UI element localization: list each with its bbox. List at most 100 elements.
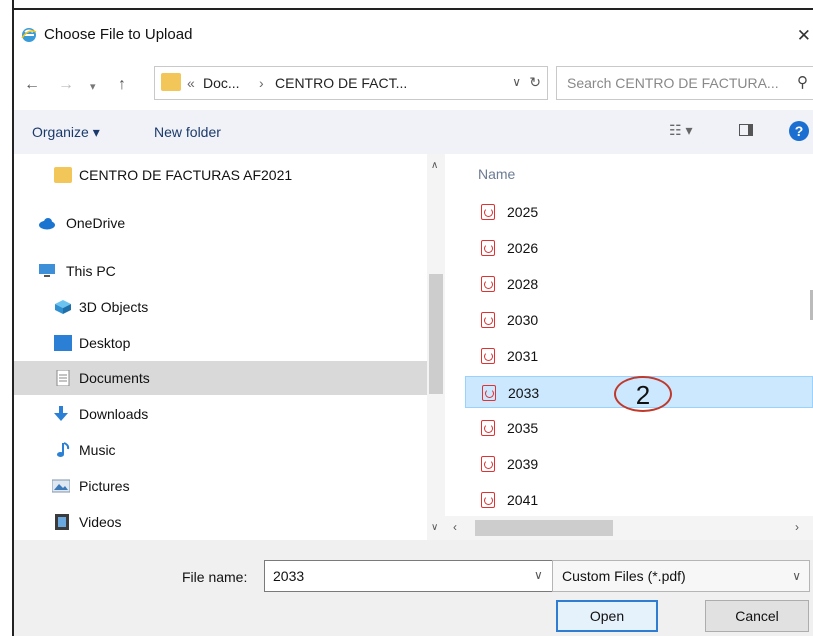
file-list-pane: Name 2025 2026 2028 2030 2031 2033 2 2035 2039 20… <box>445 154 813 544</box>
nav-item-label: 3D Objects <box>79 299 149 315</box>
file-name-label: 2035 <box>507 420 539 436</box>
computer-icon <box>39 264 55 277</box>
file-name-input[interactable] <box>264 560 554 592</box>
recent-locations-chevron-icon[interactable]: ▾ <box>90 80 96 93</box>
search-icon[interactable]: ⚲ <box>797 73 808 91</box>
music-note-icon <box>57 442 70 457</box>
open-button[interactable]: Open <box>556 600 658 632</box>
nav-item-onedrive[interactable]: OneDrive <box>14 206 427 240</box>
nav-item-this-pc[interactable]: This PC <box>14 254 427 288</box>
pdf-file-icon <box>481 348 495 364</box>
pdf-file-icon <box>482 385 496 401</box>
file-type-select[interactable]: Custom Files (*.pdf) ∨ <box>552 560 810 592</box>
nav-item-documents[interactable]: Documents <box>14 361 427 395</box>
nav-item-videos[interactable]: Videos <box>14 505 427 539</box>
file-name-label: 2033 <box>508 385 540 401</box>
nav-item-label: Videos <box>79 514 122 530</box>
title-bar: Choose File to Upload ✕ <box>14 10 813 56</box>
documents-icon <box>56 370 70 386</box>
dialog-footer: File name: ∨ Custom Files (*.pdf) ∨ Open… <box>14 540 813 636</box>
file-name-label: 2041 <box>507 492 539 508</box>
file-name-label: 2030 <box>507 312 539 328</box>
name-column-header[interactable]: Name <box>478 166 515 182</box>
nav-pane-scrollbar[interactable]: ∧ ∨ <box>427 154 445 540</box>
forward-arrow-icon[interactable]: → <box>58 76 74 94</box>
download-arrow-icon <box>54 406 68 421</box>
file-row[interactable]: 2041 <box>465 484 813 516</box>
nav-item-label: OneDrive <box>66 215 126 231</box>
address-bar[interactable]: « Doc... › CENTRO DE FACT... ∨ ↻ <box>154 66 548 100</box>
film-icon <box>55 514 69 530</box>
navigation-bar: ← → ▾ ↑ « Doc... › CENTRO DE FACT... ∨ ↻… <box>14 62 813 110</box>
file-row[interactable]: 2031 <box>465 340 813 372</box>
window-title: Choose File to Upload <box>44 26 193 43</box>
nav-item-label: Documents <box>79 370 150 386</box>
nav-item-downloads[interactable]: Downloads <box>14 397 427 431</box>
nav-item-music[interactable]: Music <box>14 433 427 467</box>
close-button[interactable]: ✕ <box>797 26 811 46</box>
change-view-icon[interactable]: ☷ ▾ <box>669 122 692 139</box>
file-name-label: 2031 <box>507 348 539 364</box>
organize-button[interactable]: Organize ▾ <box>32 124 100 141</box>
file-row[interactable]: 2035 <box>465 412 813 444</box>
file-row[interactable]: 2033 2 <box>465 376 813 412</box>
nav-item-pictures[interactable]: Pictures <box>14 469 427 503</box>
folder-icon <box>161 73 181 91</box>
pdf-file-icon <box>481 492 495 508</box>
scroll-up-chevron-icon[interactable]: ∧ <box>431 160 438 171</box>
nav-item-label: Music <box>79 442 116 458</box>
breadcrumb-current-folder[interactable]: CENTRO DE FACT... <box>275 75 407 91</box>
file-row[interactable]: 2026 <box>465 232 813 264</box>
scroll-down-chevron-icon[interactable]: ∨ <box>431 522 438 533</box>
breadcrumb-documents[interactable]: Doc... <box>203 75 240 91</box>
command-toolbar: Organize ▾ New folder ☷ ▾ ? <box>14 110 813 154</box>
nav-item-label: Downloads <box>79 406 149 422</box>
nav-item-label: This PC <box>66 263 116 279</box>
navigation-pane: CENTRO DE FACTURAS AF2021 OneDrive This … <box>14 154 445 540</box>
file-list-horizontal-scrollbar[interactable]: ‹ › <box>445 516 813 540</box>
cloud-icon <box>39 218 55 230</box>
file-name-label: 2026 <box>507 240 539 256</box>
pdf-file-icon <box>481 456 495 472</box>
new-folder-button[interactable]: New folder <box>154 124 221 140</box>
scroll-left-chevron-icon[interactable]: ‹ <box>453 520 457 534</box>
nav-item-label: Pictures <box>79 478 130 494</box>
file-row[interactable]: 2030 <box>465 304 813 336</box>
file-row[interactable]: 2025 <box>465 196 813 228</box>
scroll-right-chevron-icon[interactable]: › <box>795 520 799 534</box>
preview-pane-icon[interactable] <box>739 124 753 136</box>
nav-item-desktop[interactable]: Desktop <box>14 326 427 360</box>
file-name-label: 2025 <box>507 204 539 220</box>
file-name-label: File name: <box>182 569 248 585</box>
pdf-file-icon <box>481 276 495 292</box>
file-row[interactable]: 2028 <box>465 268 813 300</box>
folder-icon <box>54 167 72 183</box>
chevron-down-icon[interactable]: ∨ <box>512 75 521 89</box>
refresh-icon[interactable]: ↻ <box>529 74 541 91</box>
internet-explorer-icon <box>21 28 37 42</box>
file-name-label: 2039 <box>507 456 539 472</box>
pdf-file-icon <box>481 312 495 328</box>
chevron-down-icon: ∨ <box>792 569 801 583</box>
nav-item-label: CENTRO DE FACTURAS AF2021 <box>79 167 293 183</box>
up-arrow-icon[interactable]: ↑ <box>118 76 126 94</box>
pdf-file-icon <box>481 240 495 256</box>
file-type-value: Custom Files (*.pdf) <box>562 568 686 584</box>
breadcrumb-overflow[interactable]: « <box>187 75 195 91</box>
file-upload-dialog: Choose File to Upload ✕ ← → ▾ ↑ « Doc...… <box>0 0 813 636</box>
nav-item-3d-objects[interactable]: 3D Objects <box>14 290 427 324</box>
cancel-button[interactable]: Cancel <box>705 600 809 632</box>
scrollbar-thumb[interactable] <box>429 274 443 394</box>
back-arrow-icon[interactable]: ← <box>24 76 40 94</box>
file-row[interactable]: 2039 <box>465 448 813 480</box>
scrollbar-thumb[interactable] <box>475 520 613 536</box>
step-marker-circle: 2 <box>614 376 672 412</box>
file-name-label: 2028 <box>507 276 539 292</box>
breadcrumb-separator: › <box>259 75 264 91</box>
nav-item-label: Desktop <box>79 335 131 351</box>
search-box[interactable]: Search CENTRO DE FACTURA... ⚲ <box>556 66 813 100</box>
help-icon[interactable]: ? <box>789 121 809 141</box>
pdf-file-icon <box>481 204 495 220</box>
nav-item-centro-de-facturas[interactable]: CENTRO DE FACTURAS AF2021 <box>14 158 427 192</box>
search-placeholder[interactable]: Search CENTRO DE FACTURA... <box>567 75 779 91</box>
